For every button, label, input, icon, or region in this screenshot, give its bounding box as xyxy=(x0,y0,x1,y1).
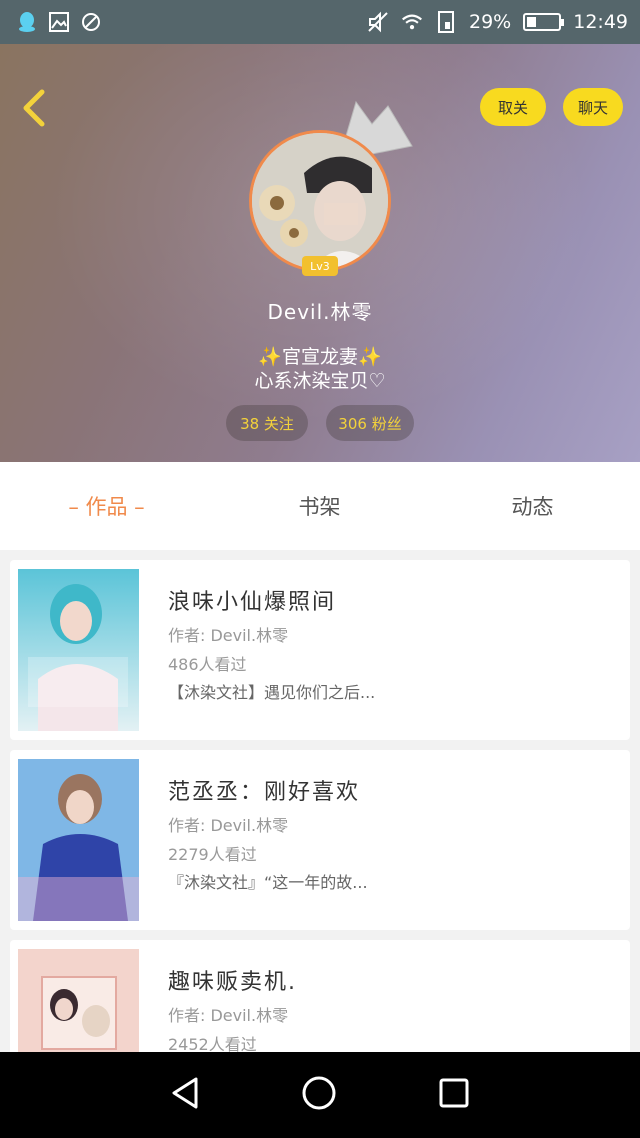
list-item[interactable]: 范丞丞：刚好喜欢 作者: Devil.林零 2279人看过 『沐染文社』“这一年… xyxy=(10,750,630,930)
book-cover xyxy=(18,569,139,731)
book-description: 『沐染文社』“这一年的故... xyxy=(168,873,368,892)
book-title: 浪味小仙爆照间 xyxy=(168,590,337,615)
book-title: 趣味贩卖机. xyxy=(168,970,297,995)
following-count[interactable]: 38 关注 xyxy=(226,405,308,441)
avatar-image xyxy=(252,133,388,269)
sim-icon xyxy=(435,11,457,33)
bio-line-2: 心系沐染宝贝♡ xyxy=(254,370,386,392)
status-bar: 29% 12:49 xyxy=(0,0,640,44)
wifi-icon xyxy=(401,11,423,33)
book-author: 作者: Devil.林零 xyxy=(168,626,289,645)
book-title: 范丞丞：刚好喜欢 xyxy=(168,780,361,805)
battery-fill xyxy=(527,17,537,27)
tab-bookshelf[interactable]: 书架 xyxy=(213,462,426,550)
book-author: 作者: Devil.林零 xyxy=(168,1006,289,1025)
navigation-bar xyxy=(0,1052,640,1138)
nav-home-icon[interactable] xyxy=(301,1075,337,1115)
back-button[interactable] xyxy=(18,88,50,128)
book-views: 2279人看过 xyxy=(168,845,257,864)
chat-button[interactable]: 聊天 xyxy=(563,88,623,126)
level-badge: Lv3 xyxy=(302,256,338,276)
app-notification-icon xyxy=(80,11,102,33)
list-item[interactable]: 趣味贩卖机. 作者: Devil.林零 2452人看过 xyxy=(10,940,630,1052)
book-cover xyxy=(18,759,139,921)
qq-icon xyxy=(16,11,38,33)
battery-icon xyxy=(523,13,565,31)
tab-activity[interactable]: 动态 xyxy=(426,462,639,550)
chevron-left-icon xyxy=(23,89,45,127)
avatar[interactable] xyxy=(249,130,391,272)
mute-icon xyxy=(367,11,389,33)
bio-line-1: ✨官宣龙妻✨ xyxy=(258,346,382,368)
works-list: 浪味小仙爆照间 作者: Devil.林零 486人看过 【沐染文社】遇见你们之后… xyxy=(0,550,640,1052)
nav-recents-icon[interactable] xyxy=(438,1077,470,1113)
unfollow-button[interactable]: 取关 xyxy=(480,88,546,126)
book-views: 486人看过 xyxy=(168,655,247,674)
nav-back-icon[interactable] xyxy=(170,1076,200,1114)
book-author: 作者: Devil.林零 xyxy=(168,816,289,835)
gallery-icon xyxy=(48,11,70,33)
username: Devil.林零 xyxy=(267,300,373,324)
profile-tabs: – 作品 – 书架 动态 xyxy=(0,462,640,550)
followers-count[interactable]: 306 粉丝 xyxy=(326,405,414,441)
battery-percent: 29% xyxy=(469,11,512,33)
book-description: 【沐染文社】遇见你们之后... xyxy=(168,683,376,702)
clock: 12:49 xyxy=(573,11,628,33)
tab-works[interactable]: – 作品 – xyxy=(0,462,213,550)
book-views: 2452人看过 xyxy=(168,1035,257,1052)
list-item[interactable]: 浪味小仙爆照间 作者: Devil.林零 486人看过 【沐染文社】遇见你们之后… xyxy=(10,560,630,740)
book-cover xyxy=(18,949,139,1052)
profile-header: 取关 聊天 Lv3 Devil.林零 ✨官宣龙妻✨ 心系沐染宝贝♡ 38 关注 … xyxy=(0,44,640,462)
